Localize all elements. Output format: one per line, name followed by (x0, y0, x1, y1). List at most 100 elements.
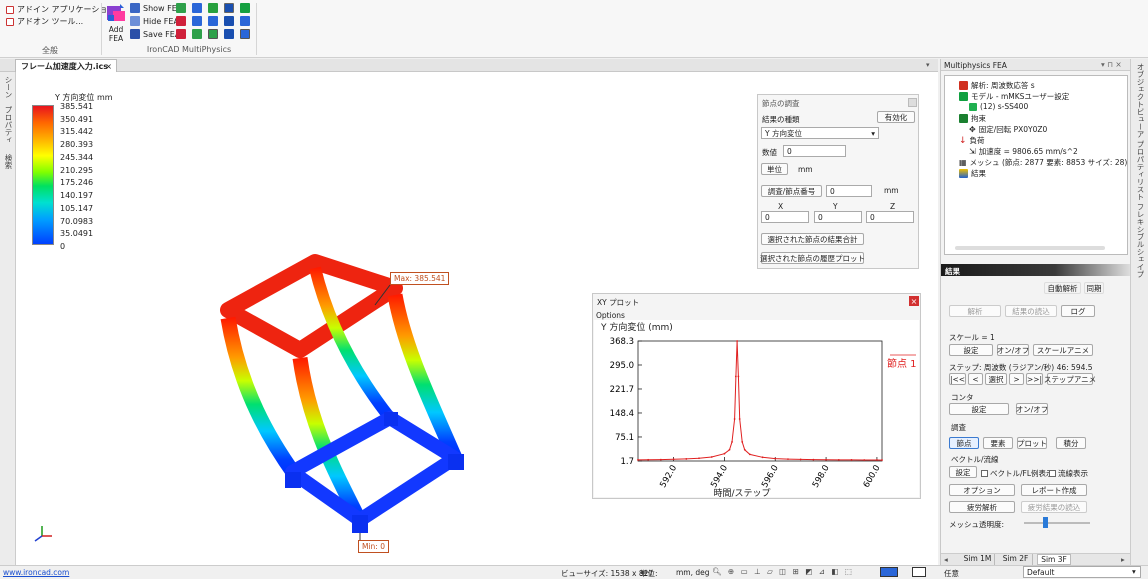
addon-tools-button[interactable]: アドオン ツール... (6, 16, 83, 27)
tree-accel[interactable]: ⇲ 加速度 = 9806.65 mm/s^2 (969, 146, 1078, 157)
scene-tab[interactable]: シーン (3, 76, 14, 99)
fixed-icon[interactable] (224, 3, 234, 13)
tree-scrollbar[interactable] (955, 246, 1105, 250)
tree-mesh[interactable]: ▦ メッシュ (節点: 2877 要素: 8853 サイズ: 28) mm (959, 157, 1144, 168)
deformed-frame-model[interactable] (200, 240, 500, 560)
vector-checkbox[interactable]: ベクトル/FL例表示 (981, 468, 1054, 479)
status-bar: www.ironcad.com ビューサイズ: 1538 x 827 単位: m… (0, 565, 1148, 578)
probe-icon[interactable] (224, 29, 234, 39)
probe-node-button[interactable]: 調査/節点番号 (761, 185, 822, 197)
cube-icon[interactable] (192, 3, 202, 13)
x-field[interactable]: 0 (761, 211, 809, 223)
fatigue-read-button[interactable]: 疲労結果の読込 (1021, 501, 1087, 513)
probe-integral-button[interactable]: 積分 (1056, 437, 1086, 449)
shell-icon[interactable] (208, 3, 218, 13)
read-results-button[interactable]: 結果の読込 (1005, 305, 1057, 317)
analyze-button[interactable]: 解析 (949, 305, 1001, 317)
close-tab-icon[interactable]: × (105, 62, 112, 71)
z-field[interactable]: 0 (866, 211, 914, 223)
vector-set-button[interactable]: 設定 (949, 466, 977, 478)
close-icon[interactable]: × (909, 296, 919, 306)
save-fea-button[interactable]: Save FEA (130, 29, 180, 39)
tab-sim-2f[interactable]: Sim 2F (999, 554, 1033, 565)
probe-node-field[interactable]: 0 (826, 185, 872, 197)
step-first-button[interactable]: |<< (949, 373, 966, 385)
tree-fixed[interactable]: ✥ 固定/回転 PX0Y0Z0 (969, 124, 1047, 135)
enable-button[interactable]: 有効化 (877, 111, 915, 123)
contour-set-button[interactable]: 設定 (949, 403, 1009, 415)
probe-node-button[interactable]: 節点 (949, 437, 979, 449)
step-select-button[interactable]: 選択 (985, 373, 1007, 385)
step-anim-button[interactable]: ステップアニメ (1044, 373, 1096, 385)
unit-button[interactable]: 単位 (761, 163, 788, 175)
default-select[interactable]: Default ▾ (1023, 566, 1141, 578)
scale-toggle-button[interactable]: オン/オフ (997, 344, 1029, 356)
frame-icon[interactable] (192, 16, 202, 26)
add-fea-button[interactable]: Add FEA (104, 3, 128, 45)
probe-plot-button[interactable]: プロット (1017, 437, 1047, 449)
value-field[interactable]: 0 (783, 145, 846, 157)
transparency-slider-thumb[interactable] (1043, 517, 1048, 528)
tree-constraint[interactable]: 拘束 (959, 113, 986, 124)
result-type-select[interactable]: Y 方向変位 ▾ (761, 127, 879, 139)
tab-sim-3f[interactable]: Sim 3F (1037, 554, 1071, 565)
options-menu[interactable]: Options (596, 311, 625, 320)
scale-anim-button[interactable]: スケールアニメ (1033, 344, 1093, 356)
sum-selected-nodes-button[interactable]: 選択された節点の結果合計 (761, 233, 864, 245)
force-icon[interactable] (176, 29, 186, 39)
contour-toggle-button[interactable]: オン/オフ (1016, 403, 1048, 415)
document-tab[interactable]: フレーム加速度入力.ics × (15, 59, 117, 72)
y-tick-label: 221.7 (610, 385, 634, 395)
mode-select[interactable]: 任意 (944, 568, 959, 579)
options-button[interactable]: オプション (949, 484, 1015, 496)
stream-checkbox[interactable]: 流線表示 (1049, 468, 1088, 479)
grid-icon[interactable] (224, 16, 234, 26)
foot (384, 412, 398, 426)
probe-element-button[interactable]: 要素 (983, 437, 1013, 449)
property-tab[interactable]: プロパティ (3, 106, 14, 144)
result-icon[interactable] (208, 29, 218, 39)
select-cursor-icon[interactable] (912, 567, 926, 577)
mesh-icon[interactable] (176, 3, 186, 13)
legend-value: 385.541 (60, 102, 94, 111)
tab-dropdown-icon[interactable]: ▾ (926, 61, 930, 69)
plot-icon[interactable] (240, 29, 250, 39)
tree-results[interactable]: 結果 (959, 168, 986, 179)
chart-title: Y 方向変位 (mm) (600, 321, 673, 333)
tree-analysis[interactable]: 解析: 周波数応答 s (959, 80, 1035, 91)
display-mode-icon[interactable] (880, 567, 898, 577)
show-fea-button[interactable]: Show FEA (130, 3, 182, 13)
ribbon-separator (256, 3, 257, 55)
website-link[interactable]: www.ironcad.com (3, 568, 69, 577)
legend-value: 70.0983 (60, 216, 94, 226)
fatigue-button[interactable]: 疲労解析 (949, 501, 1015, 513)
beam-icon[interactable] (208, 16, 218, 26)
pin-icon[interactable]: ▾ ⊓ × (1101, 60, 1122, 69)
tab-scroll-right-icon[interactable]: ▸ (1121, 555, 1125, 564)
view-toolbar-icons[interactable]: 🔍︎ ⊕ ▭ ⊥ ▱ ◫ ⊞ ◩ ⊿ ◧ ⬚ (712, 567, 854, 576)
scale-set-button[interactable]: 設定 (949, 344, 993, 356)
step-next-button[interactable]: > (1009, 373, 1024, 385)
hide-fea-button[interactable]: Hide FEA (130, 16, 179, 26)
panel-close-icon[interactable] (908, 98, 917, 107)
sync-button[interactable]: 同期 (1084, 282, 1104, 294)
report-button[interactable]: レポート作成 (1021, 484, 1087, 496)
tree-part[interactable]: (12) s-SS400 (969, 102, 1028, 111)
green-cube-icon[interactable] (240, 3, 250, 13)
search-tab[interactable]: 検索 (3, 154, 14, 169)
right-strip-tabs[interactable]: オブジェクトビューア プロパティリスト フレキシブルシェイプ (1135, 63, 1146, 278)
tab-sim-1m[interactable]: Sim 1M (961, 554, 995, 565)
step-last-button[interactable]: >>| (1026, 373, 1043, 385)
tree-load[interactable]: ↓ 負荷 (959, 135, 985, 146)
tree-model[interactable]: モデル - mMKSユーザー設定 (959, 91, 1069, 102)
log-button[interactable]: ログ (1061, 305, 1095, 317)
step-prev-button[interactable]: < (968, 373, 983, 385)
table-icon[interactable] (240, 16, 250, 26)
transparency-slider[interactable] (1024, 522, 1090, 524)
history-plot-button[interactable]: 選択された節点の履歴プロット (760, 252, 865, 264)
tab-scroll-left-icon[interactable]: ◂ (944, 555, 948, 564)
auto-analysis-button[interactable]: 自動解析 (1044, 282, 1081, 294)
load-icon[interactable] (176, 16, 186, 26)
contact-icon[interactable] (192, 29, 202, 39)
y-field[interactable]: 0 (814, 211, 862, 223)
